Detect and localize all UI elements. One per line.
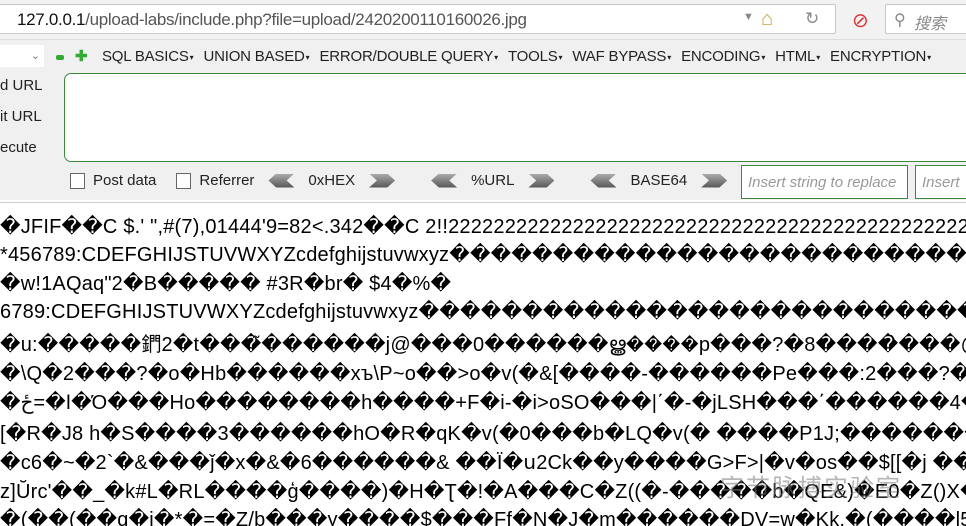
url-encode-arrow-icon[interactable] (528, 173, 555, 188)
content-line: �w!1AQaq"2�B����� #3R�br� $4�%� (0, 273, 452, 295)
url-decode-arrow-icon[interactable] (431, 173, 458, 188)
watermark: 字节脉搏实验室 (720, 475, 902, 502)
content-line: �\Q�2���?�o�Hb������xъ\P~o��>o�v(�&[����… (0, 363, 966, 385)
content-line: �u:�����鍆2�t���̃������j@���0������ൠ����p… (0, 334, 966, 356)
hex-label: 0xHEX (308, 172, 356, 189)
home-icon[interactable]: ⌂ (761, 8, 773, 31)
hackbar-menu: SQL BASICS UNION BASED ERROR/DOUBLE QUER… (102, 48, 931, 65)
minus-icon[interactable] (56, 55, 64, 60)
content-line: �JFIF��C $.' ",#(7),01444'9=82<.342��C 2… (0, 216, 966, 238)
url-text[interactable]: 127.0.0.1/upload-labs/include.php?file=u… (17, 10, 527, 30)
plus-icon[interactable]: ✚ (75, 47, 88, 65)
search-icon: ⚲ (894, 12, 906, 29)
replace-with-input[interactable]: Insert (915, 165, 966, 199)
base64-encode-arrow-icon[interactable] (701, 173, 728, 188)
hex-decode-arrow-icon[interactable] (268, 173, 295, 188)
browser-toolbar: 127.0.0.1/upload-labs/include.php?file=u… (0, 0, 966, 40)
referrer-checkbox[interactable] (176, 172, 192, 189)
address-bar[interactable]: 127.0.0.1/upload-labs/include.php?file=u… (0, 4, 836, 34)
content-line: �(��(��q�i�*�=�Z/b���y����$���Ff�N�J�m��… (0, 509, 966, 526)
post-data-checkbox[interactable] (70, 172, 85, 189)
split-url-button[interactable]: it URL (0, 108, 42, 125)
menu-tools[interactable]: TOOLS (508, 48, 562, 65)
referrer-label: Referrer (199, 172, 255, 189)
reload-icon[interactable]: ↻ (805, 9, 819, 29)
content-line: �ߊ�=ځ�Ό���Ho��������h����+F�i-�i>oSO���|… (0, 392, 966, 414)
execute-button[interactable]: ecute (0, 139, 37, 156)
menu-encoding[interactable]: ENCODING (681, 48, 765, 65)
load-url-button[interactable]: d URL (0, 77, 43, 94)
base64-decode-arrow-icon[interactable] (590, 173, 617, 188)
url-label: %URL (471, 172, 515, 189)
search-input[interactable]: ⚲ 搜索 (885, 4, 966, 34)
content-line: 6789:CDEFGHIJSTUVWXYZcdefghijstuvwxyz���… (0, 301, 966, 323)
hackbar-select[interactable]: ⌄ (0, 45, 44, 67)
url-textarea[interactable] (64, 73, 966, 162)
hackbar-panel: ⌄ ✚ SQL BASICS UNION BASED ERROR/DOUBLE … (0, 40, 966, 200)
replace-string-input[interactable]: Insert string to replace (741, 165, 908, 199)
content-line: [�R�J8 h�S����3������hO�R�qK�v(�0���b�LQ… (0, 423, 966, 445)
menu-error-double-query[interactable]: ERROR/DOUBLE QUERY (319, 48, 498, 65)
menu-union-based[interactable]: UNION BASED (203, 48, 309, 65)
menu-sql-basics[interactable]: SQL BASICS (102, 48, 193, 65)
base64-label: BASE64 (630, 172, 688, 189)
dropdown-arrow-icon[interactable]: ▼ (743, 11, 754, 23)
menu-waf-bypass[interactable]: WAF BYPASS (572, 48, 671, 65)
post-data-label: Post data (93, 172, 157, 189)
blocked-addon-icon[interactable]: ⊘ (852, 8, 869, 33)
menu-encryption[interactable]: ENCRYPTION (830, 48, 931, 65)
hex-encode-arrow-icon[interactable] (369, 173, 396, 188)
menu-html[interactable]: HTML (775, 48, 820, 65)
content-line: *456789:CDEFGHIJSTUVWXYZcdefghijstuvwxyz… (0, 244, 966, 266)
